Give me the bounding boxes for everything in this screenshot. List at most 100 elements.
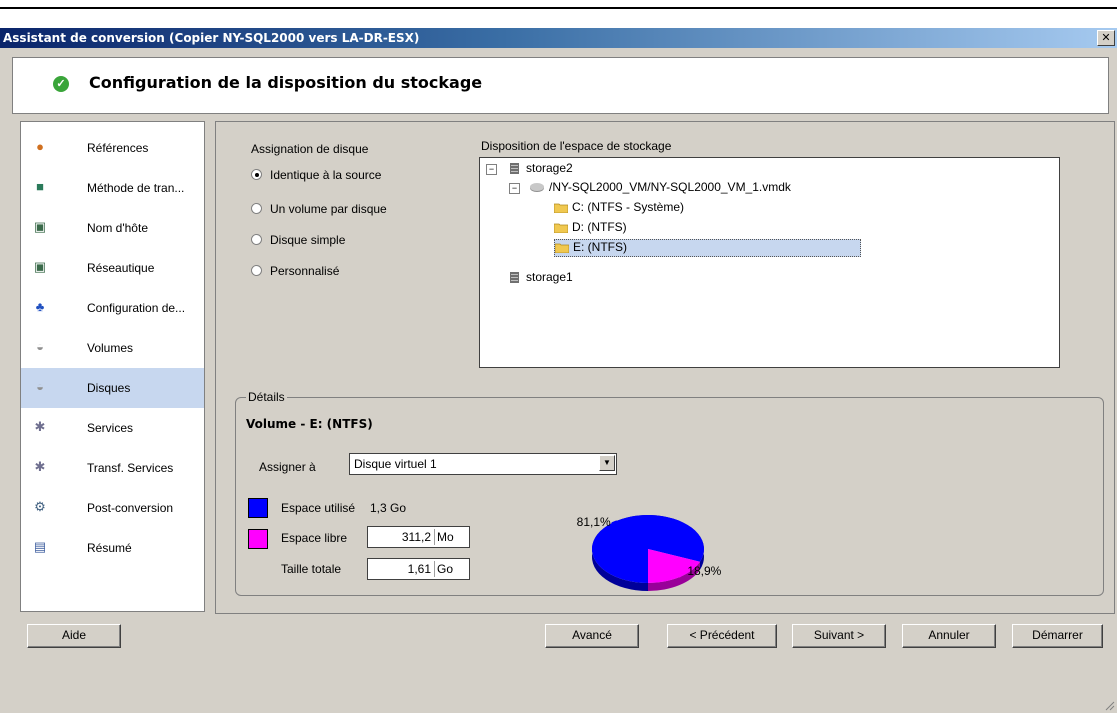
sidebar-item-label: Transf. Services bbox=[87, 461, 174, 475]
sidebar-item-label: Références bbox=[87, 141, 149, 155]
radio-label: Disque simple bbox=[270, 233, 346, 247]
sidebar-item-label: Méthode de tran... bbox=[87, 181, 185, 195]
radio-label: Identique à la source bbox=[270, 168, 382, 182]
virtual-disk-icon bbox=[530, 183, 544, 192]
hostname-icon: ▣ bbox=[33, 219, 47, 234]
wizard-window: ✓ Configuration de la disposition du sto… bbox=[0, 48, 1117, 713]
space-pie-chart: 81,1% 18,9% bbox=[577, 515, 722, 591]
check-icon: ✓ bbox=[53, 76, 69, 92]
assign-to-label: Assigner à bbox=[259, 460, 316, 474]
sidebar-item-references[interactable]: ● Références bbox=[21, 128, 204, 168]
free-space-label: Espace libre bbox=[281, 531, 348, 545]
used-space-swatch bbox=[248, 498, 268, 518]
sidebar-item-summary[interactable]: ▤ Résumé bbox=[21, 528, 204, 568]
references-icon: ● bbox=[36, 139, 44, 154]
sidebar-item-label: Résumé bbox=[87, 541, 132, 555]
previous-button[interactable]: < Précédent bbox=[667, 624, 777, 648]
config-icon: ♣ bbox=[35, 299, 45, 314]
storage-tree[interactable]: − storage2 − /NY-SQL2000_VM/NY-SQL2000_V… bbox=[479, 157, 1060, 368]
collapse-icon[interactable]: − bbox=[509, 183, 520, 194]
free-space-field[interactable]: 311,2 Mo bbox=[367, 526, 470, 548]
radio-label: Un volume par disque bbox=[270, 202, 387, 216]
details-legend: Détails bbox=[246, 390, 287, 404]
sidebar-item-post-conversion[interactable]: ⚙ Post-conversion bbox=[21, 488, 204, 528]
radio-dot[interactable] bbox=[251, 203, 262, 214]
sidebar-item-network[interactable]: ▣ Réseautique bbox=[21, 248, 204, 288]
datastore-icon bbox=[510, 272, 519, 283]
free-space-value: 311,2 bbox=[401, 530, 431, 544]
main-panel: Assignation de disque Identique à la sou… bbox=[215, 121, 1115, 614]
summary-icon: ▤ bbox=[33, 539, 47, 554]
tree-node-storage2[interactable]: − storage2 bbox=[486, 161, 686, 177]
transfer-method-icon: ■ bbox=[36, 179, 44, 194]
sidebar: ● Références ■ Méthode de tran... ▣ Nom … bbox=[20, 121, 205, 612]
tree-node-d[interactable]: D: (NTFS) bbox=[554, 220, 754, 236]
page-title: Configuration de la disposition du stock… bbox=[89, 73, 483, 92]
tree-label: storage2 bbox=[526, 161, 573, 175]
assignment-title: Assignation de disque bbox=[251, 142, 369, 156]
radio-dot[interactable] bbox=[251, 234, 262, 245]
tree-node-c[interactable]: C: (NTFS - Système) bbox=[554, 200, 754, 216]
tree-label: D: (NTFS) bbox=[572, 220, 627, 234]
sidebar-item-label: Configuration de... bbox=[87, 301, 186, 315]
radio-dot[interactable] bbox=[251, 169, 262, 180]
assign-to-value: Disque virtuel 1 bbox=[354, 457, 437, 471]
unit-separator bbox=[434, 561, 435, 577]
tree-label: C: (NTFS - Système) bbox=[572, 200, 685, 214]
assign-to-select[interactable]: Disque virtuel 1 ▼ bbox=[349, 453, 617, 475]
volume-title: Volume - E: (NTFS) bbox=[246, 417, 373, 431]
collapse-icon[interactable]: − bbox=[486, 164, 497, 175]
sidebar-item-label: Volumes bbox=[87, 341, 134, 355]
pie-slice-label: 81,1% bbox=[577, 515, 611, 529]
folder-icon bbox=[554, 223, 568, 233]
free-space-unit: Mo bbox=[437, 530, 454, 544]
radio-label: Personnalisé bbox=[270, 264, 340, 278]
tree-label: E: (NTFS) bbox=[573, 240, 627, 254]
tree-label: /NY-SQL2000_VM/NY-SQL2000_VM_1.vmdk bbox=[549, 180, 791, 194]
next-button[interactable]: Suivant > bbox=[792, 624, 886, 648]
post-conversion-icon: ⚙ bbox=[34, 499, 46, 514]
network-icon: ▣ bbox=[33, 259, 47, 274]
cancel-button[interactable]: Annuler bbox=[902, 624, 996, 648]
details-group: Détails Volume - E: (NTFS) Assigner à Di… bbox=[235, 390, 1104, 596]
disks-icon: ◒ bbox=[36, 379, 44, 394]
tree-node-storage1[interactable]: storage1 bbox=[508, 270, 708, 286]
tree-node-e[interactable]: E: (NTFS) bbox=[554, 239, 861, 257]
sidebar-item-hostname[interactable]: ▣ Nom d'hôte bbox=[21, 208, 204, 248]
sidebar-item-label: Services bbox=[87, 421, 134, 435]
sidebar-item-label: Disques bbox=[87, 381, 131, 395]
storage-layout-title: Disposition de l'espace de stockage bbox=[481, 139, 672, 153]
free-space-swatch bbox=[248, 529, 268, 549]
start-button[interactable]: Démarrer bbox=[1012, 624, 1103, 648]
title-bar[interactable]: Assistant de conversion (Copier NY-SQL20… bbox=[0, 28, 1117, 48]
unit-separator bbox=[434, 529, 435, 545]
radio-dot[interactable] bbox=[251, 265, 262, 276]
top-border bbox=[0, 7, 1117, 9]
chevron-down-icon[interactable]: ▼ bbox=[599, 455, 615, 471]
sidebar-item-label: Réseautique bbox=[87, 261, 155, 275]
used-space-label: Espace utilisé bbox=[281, 501, 356, 515]
used-space-value: 1,3 Go bbox=[370, 501, 407, 515]
sidebar-item-transfer-method[interactable]: ■ Méthode de tran... bbox=[21, 168, 204, 208]
transfer-services-icon: ✱ bbox=[34, 459, 46, 474]
pie-slice-label: 18,9% bbox=[687, 564, 721, 578]
total-size-value: 1,61 bbox=[407, 562, 431, 576]
advanced-button[interactable]: Avancé bbox=[545, 624, 639, 648]
tree-node-vmdk[interactable]: − /NY-SQL2000_VM/NY-SQL2000_VM_1.vmdk bbox=[509, 180, 909, 196]
total-size-field[interactable]: 1,61 Go bbox=[367, 558, 470, 580]
sidebar-item-disks[interactable]: ◒ Disques bbox=[21, 368, 204, 408]
folder-icon bbox=[555, 243, 569, 253]
sidebar-item-label: Post-conversion bbox=[87, 501, 174, 515]
datastore-icon bbox=[510, 163, 519, 174]
sidebar-item-volumes[interactable]: ◒ Volumes bbox=[21, 328, 204, 368]
folder-icon bbox=[554, 203, 568, 213]
close-icon[interactable]: ✕ bbox=[1097, 30, 1115, 46]
window-title: Assistant de conversion (Copier NY-SQL20… bbox=[3, 31, 420, 45]
help-button[interactable]: Aide bbox=[27, 624, 121, 648]
sidebar-item-configuration[interactable]: ♣ Configuration de... bbox=[21, 288, 204, 328]
sidebar-item-services[interactable]: ✱ Services bbox=[21, 408, 204, 448]
resize-grip-icon[interactable] bbox=[1103, 699, 1115, 711]
sidebar-item-label: Nom d'hôte bbox=[87, 221, 148, 235]
services-icon: ✱ bbox=[34, 419, 46, 434]
sidebar-item-transfer-services[interactable]: ✱ Transf. Services bbox=[21, 448, 204, 488]
